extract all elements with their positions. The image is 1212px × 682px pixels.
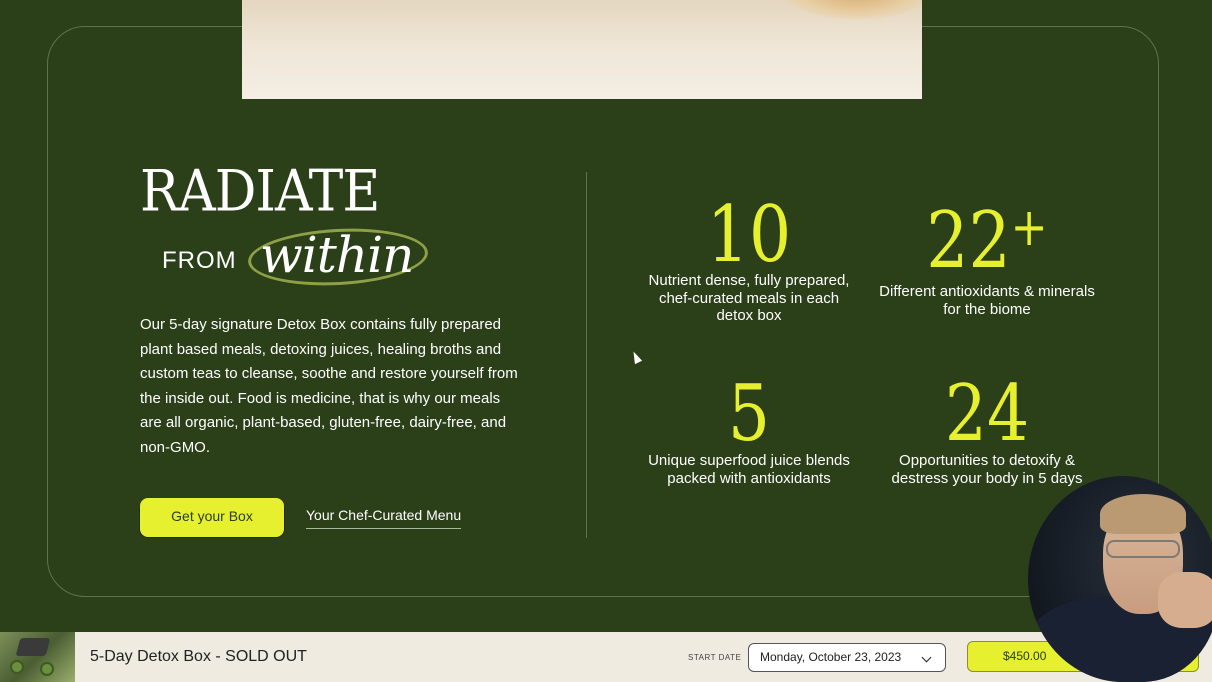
stat-antioxidants: 22+ Different antioxidants & minerals fo… [877, 202, 1097, 318]
start-date-label: START DATE [688, 653, 742, 662]
start-date-select[interactable]: Monday, October 23, 2023 [748, 643, 946, 672]
vertical-divider [586, 172, 587, 538]
stat-opportunities: 24 Opportunities to detoxify & destress … [877, 375, 1097, 487]
hero-image [242, 0, 922, 99]
headline-within: within [260, 226, 414, 284]
get-your-box-button[interactable]: Get your Box [140, 498, 284, 534]
bowl-graphic [40, 662, 54, 676]
stat-number: 22+ [926, 196, 1048, 286]
headline-radiate: RADIATE [140, 159, 380, 225]
stat-number: 24 [944, 369, 1030, 459]
description-paragraph: Our 5-day signature Detox Box contains f… [140, 316, 518, 456]
date-value: Monday, October 23, 2023 [760, 650, 902, 664]
chef-curated-menu-link[interactable]: Your Chef-Curated Menu [306, 507, 462, 529]
product-title: 5-Day Detox Box - SOLD OUT [90, 648, 307, 665]
headline-from: FROM [162, 247, 237, 274]
stat-meals: 10 Nutrient dense, fully prepared, chef-… [639, 196, 859, 325]
webcam-overlay [1028, 476, 1212, 682]
glasses-icon [1106, 540, 1180, 558]
product-thumbnail [0, 632, 75, 682]
webcam-hand [1158, 572, 1212, 628]
bowl-graphic [10, 660, 24, 674]
food-bowl-image [782, 0, 922, 20]
stat-number: 10 [706, 190, 792, 280]
box-graphic [15, 638, 51, 656]
stat-number: 5 [727, 369, 771, 459]
stat-juices: 5 Unique superfood juice blends packed w… [639, 375, 859, 487]
chevron-down-icon [921, 652, 932, 663]
stat-label: Different antioxidants & minerals for th… [879, 283, 1095, 318]
webcam-hair [1100, 494, 1186, 534]
